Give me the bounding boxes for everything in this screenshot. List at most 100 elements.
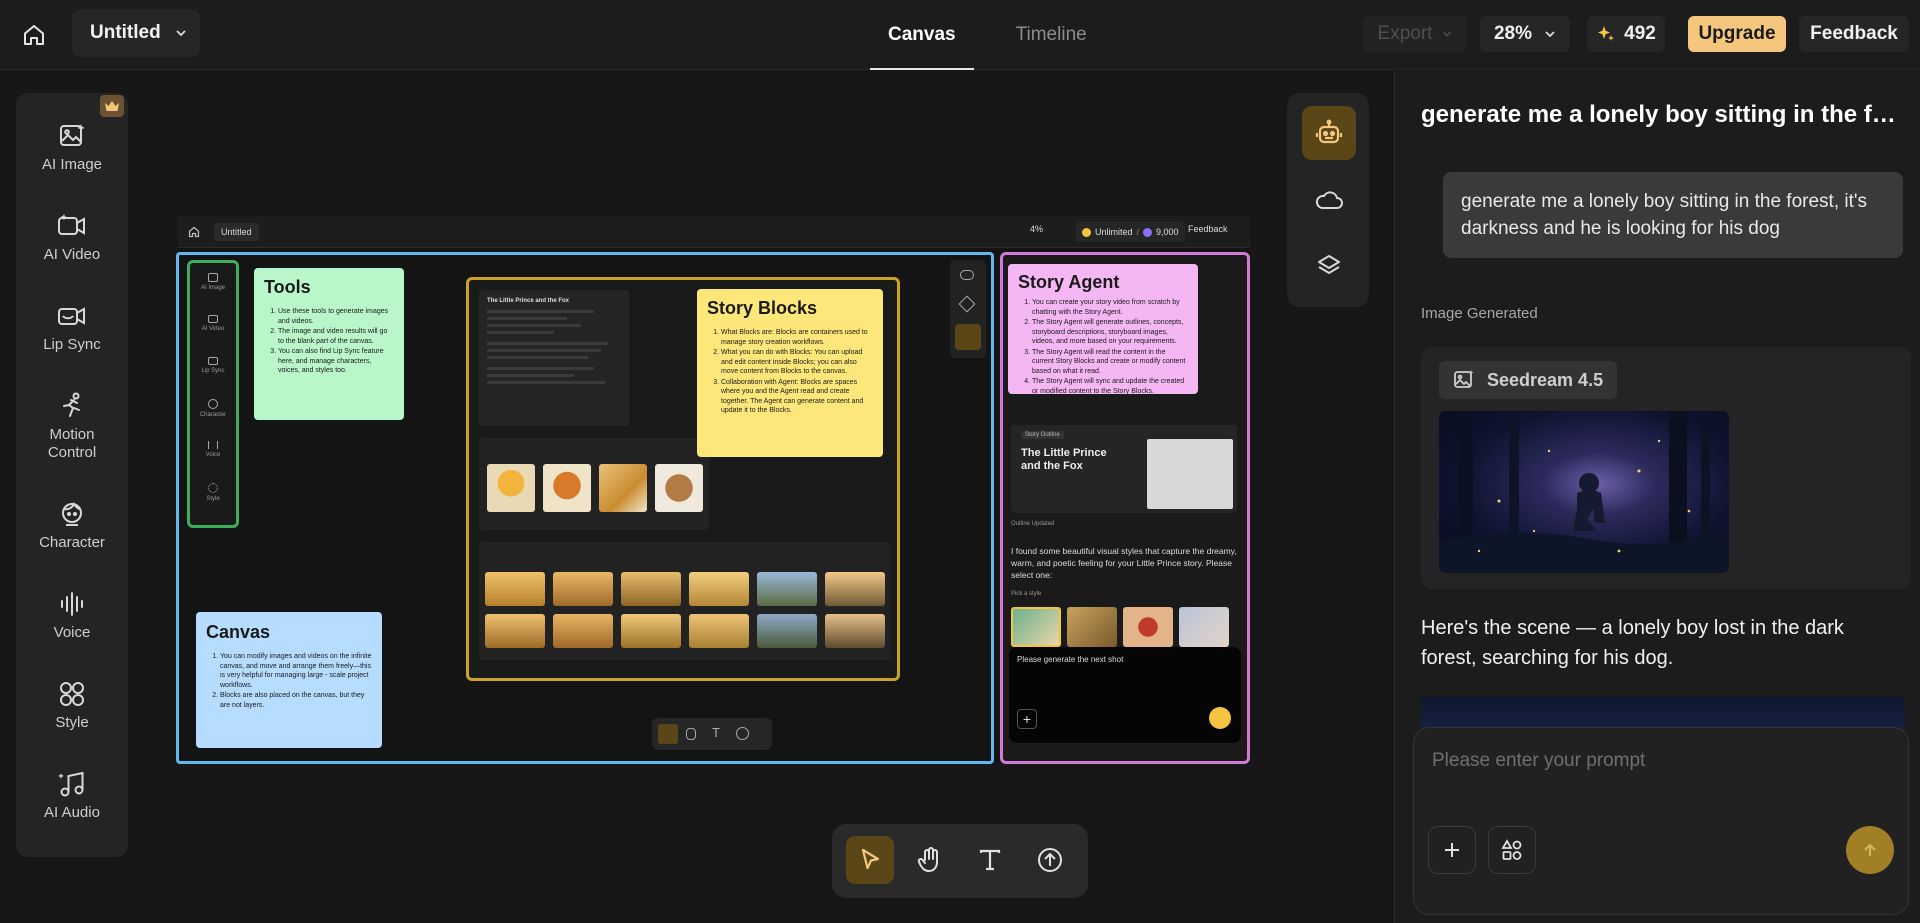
story-blocks-note-list: What Blocks are: Blocks are containers u…: [707, 328, 873, 416]
forest-scene: [1439, 411, 1729, 573]
assets-button[interactable]: [1488, 826, 1536, 874]
export-label: Export: [1377, 23, 1433, 44]
character-icon: [62, 502, 82, 526]
sidebar-item-label: AI Image: [41, 156, 103, 173]
sidebar-item-label: Voice: [53, 624, 91, 641]
prompt-input-box[interactable]: Please enter your prompt: [1413, 727, 1909, 915]
pick-style-label: Pick a style: [1011, 591, 1042, 597]
model-name: Seedream 4.5: [1487, 369, 1604, 390]
send-icon: [1209, 707, 1231, 729]
coin-icon: [1082, 227, 1091, 237]
voice-icon: [61, 592, 83, 616]
outline-card: Story Outline The Little Prince and the …: [1011, 425, 1237, 513]
ai-image-icon: [60, 124, 85, 146]
chevron-down-icon: [176, 30, 186, 37]
cloud-button[interactable]: [1302, 173, 1356, 227]
cursor-icon: [861, 848, 880, 870]
canvas-preview-image: Untitled 4% Unlimited / 9,000 Feedback A…: [176, 216, 1250, 764]
sidebar-item-style[interactable]: Style: [16, 679, 128, 732]
canvas-side-toolbar: [1287, 93, 1369, 307]
style-option: [1123, 607, 1173, 647]
prompt-placeholder[interactable]: Please enter your prompt: [1432, 750, 1645, 772]
style-icon: [60, 682, 84, 706]
generated-image[interactable]: [1439, 411, 1729, 573]
preview-title: Untitled: [214, 223, 259, 241]
outline-updated: Outline Updated: [1011, 521, 1055, 527]
send-button[interactable]: [1846, 826, 1894, 874]
layers-icon: [1318, 255, 1340, 274]
preview-tool-voice: Voice: [190, 441, 236, 458]
image-generated-label: Image Generated: [1421, 305, 1538, 322]
project-title-dropdown[interactable]: Untitled: [72, 9, 200, 57]
project-title: Untitled: [90, 22, 161, 43]
agent-reply: Here's the scene — a lonely boy lost in …: [1421, 617, 1844, 669]
sidebar-item-ai-video[interactable]: AI Video: [16, 211, 128, 264]
text-tool-button[interactable]: [966, 836, 1014, 884]
sidebar-item-ai-image[interactable]: AI Image: [16, 121, 128, 174]
canvas-bottom-toolbar: [832, 824, 1088, 898]
zoom-dropdown[interactable]: 28%: [1480, 16, 1570, 52]
sparkle-icon: [1598, 26, 1615, 41]
chevron-down-icon: [1545, 31, 1555, 38]
outline-title: The Little Prince and the Fox: [1021, 447, 1107, 472]
sidebar-item-label: Style: [55, 714, 89, 731]
select-tool-button[interactable]: [846, 836, 894, 884]
sidebar-item-ai-audio[interactable]: AI Audio: [16, 769, 128, 822]
view-tabs: Canvas Timeline: [870, 0, 1105, 70]
credits-count: 492: [1624, 23, 1656, 44]
home-icon: [188, 226, 200, 238]
preview-tool-lip-sync: Lip Sync: [190, 357, 236, 374]
preview-feedback: Feedback: [1188, 224, 1228, 234]
story-agent-note-title: Story Agent: [1018, 272, 1120, 292]
style-option: [1011, 607, 1061, 647]
credits-badge[interactable]: 492: [1587, 16, 1665, 52]
sidebar-item-label: Motion Control: [47, 426, 97, 461]
story-agent-note: Story Agent You can create your story vi…: [1008, 264, 1198, 396]
upload-icon: [1038, 848, 1062, 872]
plus-icon: +: [1017, 709, 1037, 729]
home-button[interactable]: [16, 17, 52, 53]
storyboard-block: [479, 542, 891, 660]
sidebar-item-voice[interactable]: Voice: [16, 589, 128, 642]
export-button[interactable]: Export: [1363, 16, 1467, 52]
hand-tool-button[interactable]: [906, 836, 954, 884]
sidebar-item-lip-sync[interactable]: Lip Sync: [16, 301, 128, 354]
hand-icon: [917, 847, 938, 872]
tools-sidebar: AI Image AI Video Lip Sync Motion Contro…: [16, 93, 128, 857]
outline-block-title: The Little Prince and the Fox: [487, 298, 570, 304]
preview-tool-style: Style: [190, 483, 236, 502]
shapes-icon: [1501, 839, 1522, 860]
lip-sync-icon: [58, 307, 85, 325]
robot-icon: [1315, 119, 1343, 144]
arrow-up-icon: [1864, 843, 1876, 856]
upgrade-button[interactable]: Upgrade: [1688, 16, 1786, 52]
layers-button[interactable]: [1302, 239, 1356, 293]
crown-icon: [100, 95, 124, 117]
preview-top-bar: Untitled 4% Unlimited / 9,000 Feedback: [178, 216, 1250, 248]
preview-plan: Unlimited: [1095, 227, 1133, 237]
ai-video-icon: [58, 214, 85, 235]
sidebar-item-motion-control[interactable]: Motion Control: [16, 391, 128, 462]
preview-tool-ai-video: AI Video: [190, 315, 236, 332]
tab-timeline[interactable]: Timeline: [998, 0, 1105, 70]
tab-canvas[interactable]: Canvas: [870, 0, 974, 70]
user-message-bubble: generate me a lonely boy sitting in the …: [1443, 172, 1903, 258]
sidebar-item-character[interactable]: Character: [16, 499, 128, 552]
story-blocks-note-title: Story Blocks: [707, 298, 818, 318]
add-attachment-button[interactable]: [1428, 826, 1476, 874]
agent-button[interactable]: [1302, 106, 1356, 160]
ai-audio-icon: [58, 771, 84, 797]
story-agent-note-list: You can create your story video from scr…: [1018, 298, 1188, 396]
character-block: [479, 438, 709, 530]
feedback-button[interactable]: Feedback: [1799, 16, 1909, 52]
upload-tool-button[interactable]: [1026, 836, 1074, 884]
canvas-note-title: Canvas: [206, 622, 271, 642]
style-option: [1179, 607, 1229, 647]
character-thumb: [487, 464, 535, 512]
outline-block: The Little Prince and the Fox: [479, 290, 629, 426]
character-thumb: [655, 464, 703, 512]
sidebar-item-label: Lip Sync: [43, 336, 101, 353]
canvas-note: Canvas You can modify images and videos …: [196, 612, 382, 748]
gem-icon: [1143, 227, 1153, 237]
tools-note: Tools Use these tools to generate images…: [254, 268, 404, 420]
